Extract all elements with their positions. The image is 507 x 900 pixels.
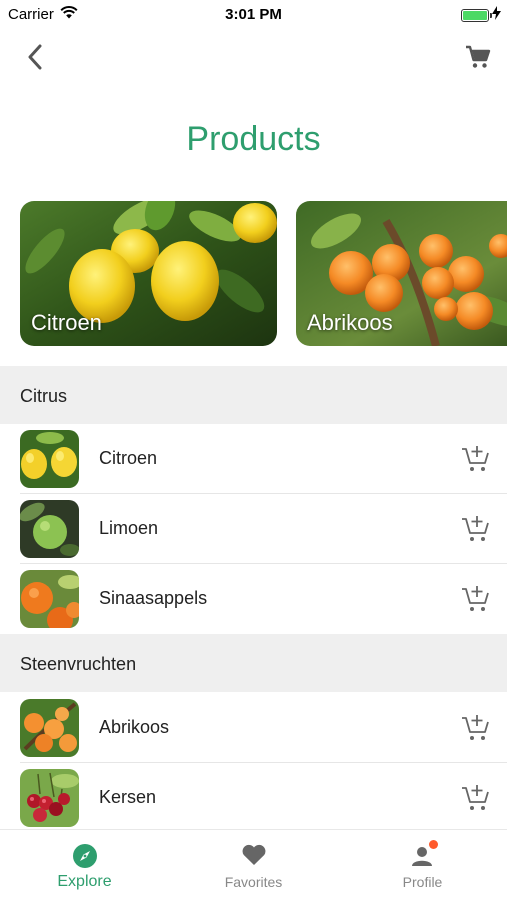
featured-card-abrikoos[interactable]: Abrikoos [296,201,507,346]
charging-icon [492,6,501,25]
product-thumbnail [20,570,79,628]
add-cart-icon [462,586,489,611]
cart-button[interactable] [463,44,493,74]
tab-favorites[interactable]: Favorites [169,830,338,900]
heart-icon [241,843,267,869]
section-header-steenvruchten: Steenvruchten [0,634,507,692]
section-header-citrus: Citrus [0,366,507,424]
list-item-citroen[interactable]: Citroen [0,424,507,494]
product-thumbnail [20,769,79,827]
status-right [461,6,501,25]
compass-icon [72,843,98,869]
tab-label: Favorites [224,874,283,890]
status-time: 3:01 PM [225,6,282,23]
featured-card-citroen[interactable]: Citroen [20,201,277,346]
product-thumbnail [20,500,79,558]
add-to-cart-button[interactable] [461,584,491,614]
list-item-kersen[interactable]: Kersen [0,763,507,833]
status-bar: Carrier 3:01 PM [0,0,507,28]
tab-label: Explore [57,873,112,890]
back-button[interactable] [20,44,50,74]
featured-card-label: Citroen [31,310,102,335]
product-thumbnail [20,699,79,757]
tab-profile[interactable]: Profile [338,830,507,900]
list-item-abrikoos[interactable]: Abrikoos [0,693,507,763]
add-cart-icon [462,446,489,471]
list-item-sinaasappels[interactable]: Sinaasappels [0,564,507,634]
featured-card-label: Abrikoos [307,310,393,335]
add-to-cart-button[interactable] [461,783,491,813]
add-cart-icon [462,715,489,740]
tab-explore[interactable]: Explore [0,830,169,900]
user-icon [410,840,438,869]
list-item-limoen[interactable]: Limoen [0,494,507,564]
product-name: Abrikoos [99,717,170,737]
cart-icon [465,45,491,74]
product-name: Citroen [99,448,158,468]
chevron-left-icon [27,44,43,75]
add-to-cart-button[interactable] [461,514,491,544]
product-name: Limoen [99,518,159,538]
tab-label: Profile [402,874,443,890]
page-title: Products [186,120,321,158]
product-name: Kersen [99,787,157,807]
tab-bar: Explore Favorites Profile [0,829,507,900]
featured-carousel[interactable]: Citroen Abrikoos [20,201,507,346]
product-thumbnail [20,430,79,488]
add-cart-icon [462,516,489,541]
section-title: Citrus [20,386,68,406]
add-cart-icon [462,785,489,810]
add-to-cart-button[interactable] [461,444,491,474]
notification-badge [428,840,438,849]
add-to-cart-button[interactable] [461,713,491,743]
battery-icon [461,9,492,22]
section-title: Steenvruchten [20,654,137,674]
product-name: Sinaasappels [99,588,208,608]
